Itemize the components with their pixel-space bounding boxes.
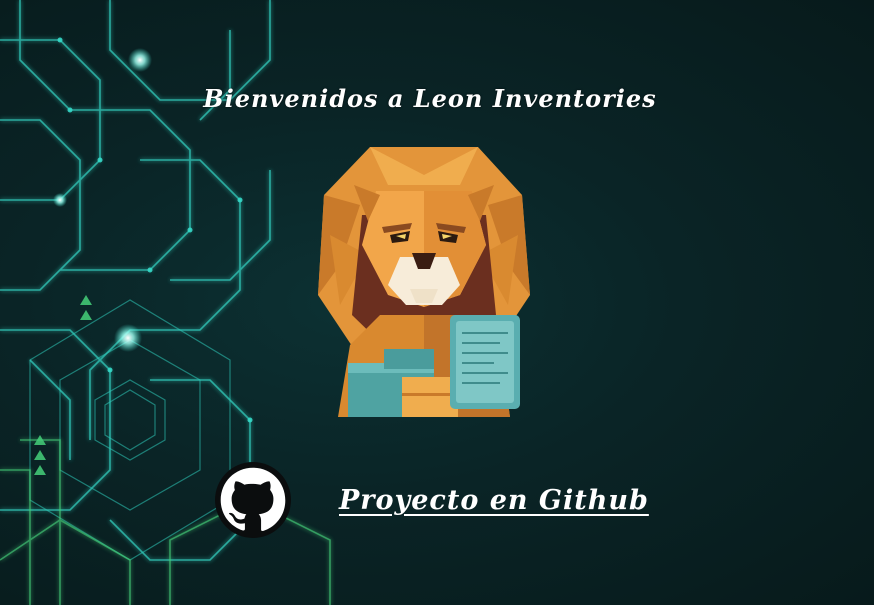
page-title: Bienvenidos a Leon Inventories <box>203 84 657 113</box>
github-link-label[interactable]: Proyecto en Github <box>339 485 649 516</box>
lion-inventory-logo <box>318 147 530 417</box>
github-icon <box>215 462 291 538</box>
github-project-link[interactable]: Proyecto en Github <box>215 462 675 538</box>
